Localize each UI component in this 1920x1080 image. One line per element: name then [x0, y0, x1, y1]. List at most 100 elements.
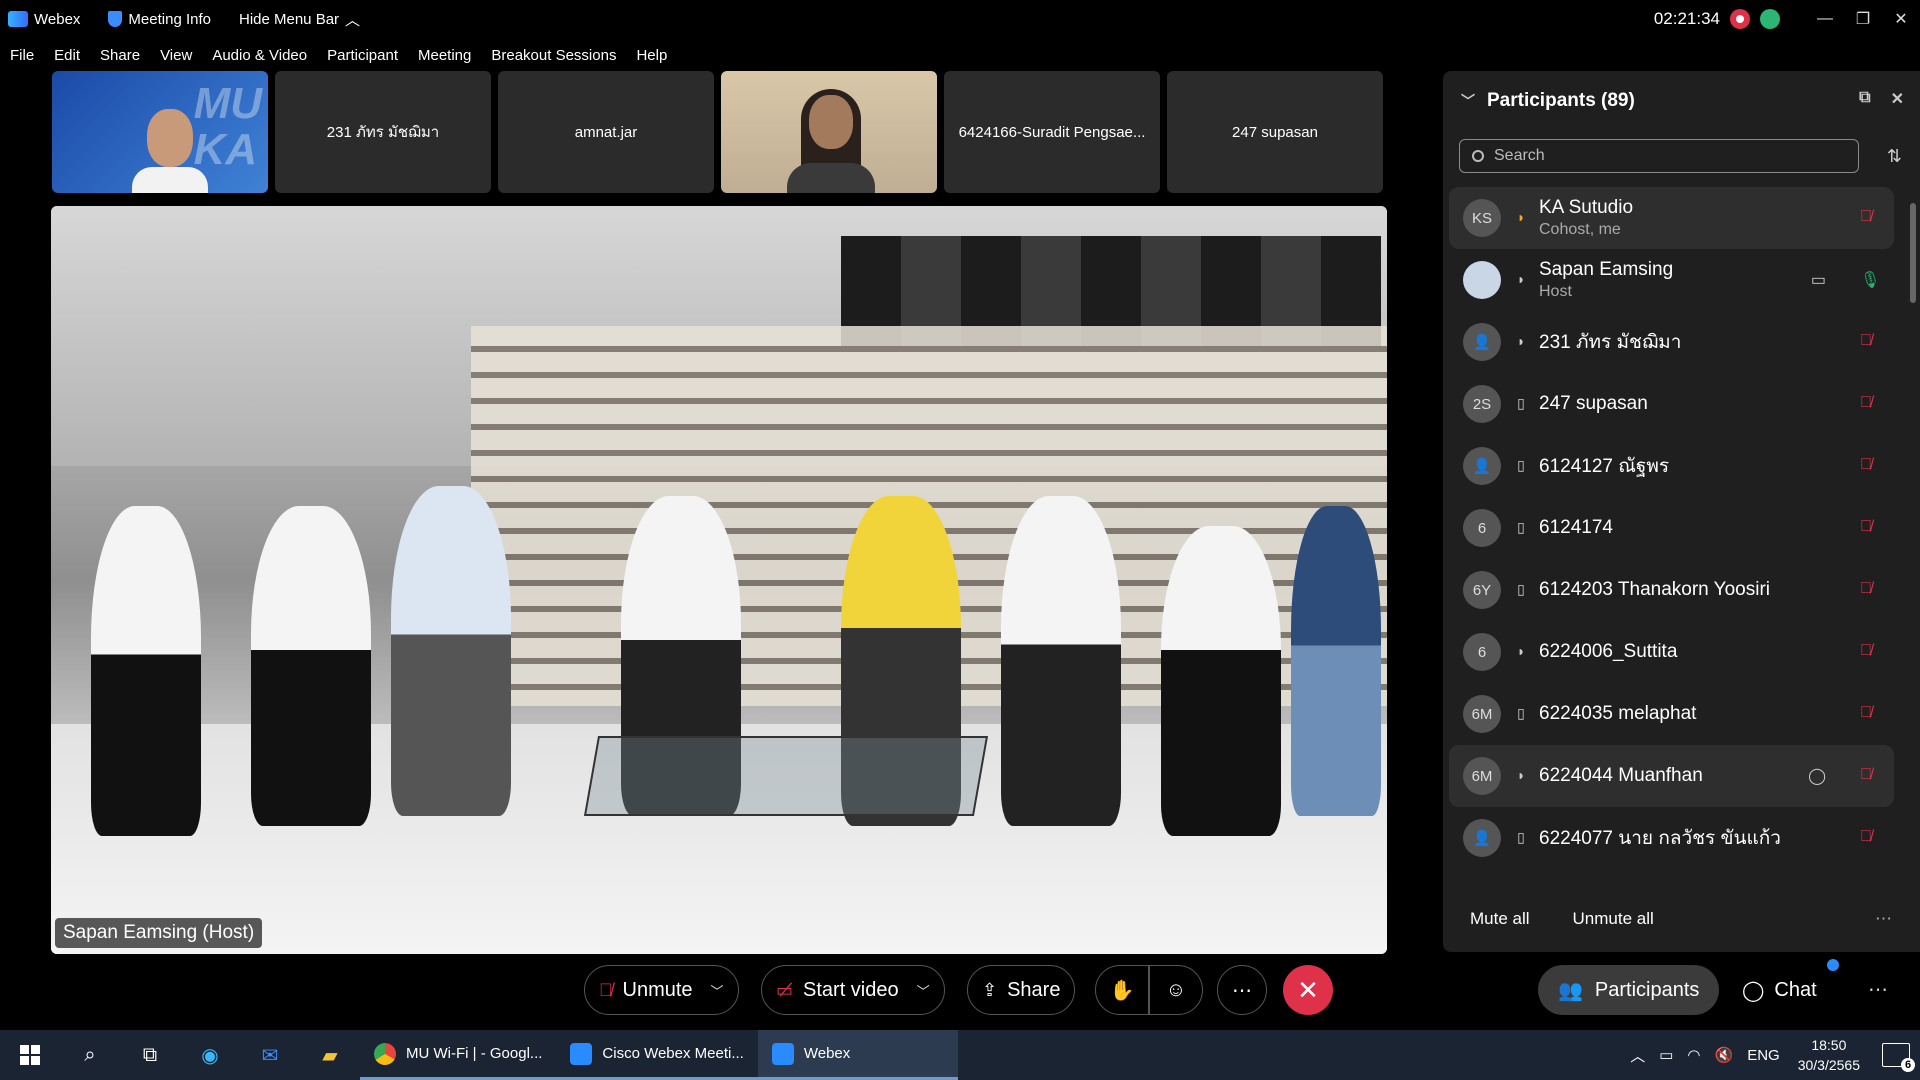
- mic-muted-icon[interactable]: 🎙̸: [1860, 456, 1874, 476]
- mic-muted-icon[interactable]: 🎙̸: [1860, 642, 1874, 662]
- participant-row[interactable]: 👤 ◗ 231 ภัทร มัชฌิมา 🎙̸: [1449, 311, 1894, 373]
- raise-hand-button[interactable]: ✋: [1095, 965, 1149, 1015]
- participant-list-scrollbar[interactable]: [1910, 189, 1916, 909]
- pop-out-icon[interactable]: ⧉: [1859, 89, 1870, 109]
- chat-bubble-icon[interactable]: ◯: [1808, 766, 1826, 786]
- raise-hand-icon: ✋: [1109, 979, 1135, 1002]
- video-thumbnail[interactable]: [721, 71, 937, 193]
- mail-icon[interactable]: ✉: [240, 1030, 300, 1080]
- wifi-icon[interactable]: ◠: [1687, 1046, 1700, 1064]
- start-video-button[interactable]: ▭̸ Start video ﹀: [761, 965, 945, 1015]
- chat-button[interactable]: ◯ Chat: [1742, 965, 1817, 1015]
- menu-help[interactable]: Help: [636, 47, 667, 64]
- video-thumbnail[interactable]: 247 supasan: [1167, 71, 1383, 193]
- menu-participant[interactable]: Participant: [327, 47, 398, 64]
- close-icon: ✕: [1297, 974, 1319, 1005]
- mobile-icon: ▯: [1517, 457, 1525, 473]
- avatar: KS: [1463, 199, 1501, 237]
- network-stats-icon[interactable]: [1760, 9, 1780, 29]
- participant-name: 6124174: [1539, 517, 1613, 538]
- menu-view[interactable]: View: [160, 47, 192, 64]
- end-meeting-button[interactable]: ✕: [1283, 965, 1333, 1015]
- participant-row[interactable]: 2S ▯ 247 supasan 🎙̸: [1449, 373, 1894, 435]
- user-icon: 👤: [1472, 830, 1492, 847]
- participant-row[interactable]: KS ◗ KA Sutudio Cohost, me 🎙̸: [1449, 187, 1894, 249]
- participant-body: [787, 163, 875, 193]
- chevron-down-icon[interactable]: ﹀: [711, 981, 724, 1000]
- video-thumbnail[interactable]: MU KA: [52, 71, 268, 193]
- more-controls-button[interactable]: ⋯: [1217, 965, 1267, 1015]
- sort-icon[interactable]: ⇅: [1887, 146, 1902, 167]
- mic-on-icon[interactable]: 🎙: [1860, 270, 1880, 290]
- participant-row[interactable]: 6M ▯ 6224035 melaphat 🎙̸: [1449, 683, 1894, 745]
- mute-all-button[interactable]: Mute all: [1470, 909, 1530, 929]
- language-indicator[interactable]: ENG: [1747, 1047, 1780, 1064]
- close-window-icon[interactable]: ✕: [1882, 9, 1920, 29]
- menu-edit[interactable]: Edit: [54, 47, 80, 64]
- unmute-button[interactable]: 🎙̸ Unmute ﹀: [584, 965, 739, 1015]
- menu-share[interactable]: Share: [100, 47, 140, 64]
- mic-muted-icon[interactable]: 🎙̸: [1860, 518, 1874, 538]
- meeting-control-bar: 🎙̸ Unmute ﹀ ▭̸ Start video ﹀ ⇪ Share ✋ ☺…: [0, 959, 1920, 1023]
- search-icon[interactable]: ⌕: [60, 1030, 120, 1080]
- menu-audio-video[interactable]: Audio & Video: [212, 47, 307, 64]
- participant-row[interactable]: 6 ▯ 6124174 🎙̸: [1449, 497, 1894, 559]
- participants-panel: ﹀ Participants (89) ⧉ ✕ Search ⇅ KS ◗ KA…: [1443, 71, 1920, 952]
- mic-muted-icon[interactable]: 🎙̸: [1860, 828, 1874, 848]
- video-thumbnail[interactable]: 231 ภัทร มัชฌิมา: [275, 71, 491, 193]
- taskbar-clock[interactable]: 18:50 30/3/2565: [1798, 1035, 1860, 1075]
- menu-breakout-sessions[interactable]: Breakout Sessions: [491, 47, 616, 64]
- mic-muted-icon[interactable]: 🎙̸: [1860, 704, 1874, 724]
- share-button[interactable]: ⇪ Share: [967, 965, 1076, 1015]
- participant-row[interactable]: 6Y ▯ 6124203 Thanakorn Yoosiri 🎙̸: [1449, 559, 1894, 621]
- hide-menu-bar-button[interactable]: Hide Menu Bar ︿: [239, 9, 360, 30]
- menu-meeting[interactable]: Meeting: [418, 47, 471, 64]
- minimize-icon[interactable]: —: [1806, 10, 1844, 28]
- participant-row[interactable]: 6 ◗ 6224006_Suttita 🎙̸: [1449, 621, 1894, 683]
- close-panel-icon[interactable]: ✕: [1891, 89, 1904, 109]
- taskbar-app-webex[interactable]: Webex: [757, 1030, 958, 1080]
- participant-role: Host: [1539, 283, 1572, 300]
- video-thumbnail[interactable]: amnat.jar: [498, 71, 714, 193]
- chevron-up-icon[interactable]: ︿: [1630, 1045, 1645, 1066]
- notification-icon[interactable]: 6: [1882, 1043, 1915, 1072]
- taskbar-app-chrome[interactable]: MU Wi-Fi | - Googl...: [360, 1030, 557, 1080]
- participant-name: 6224077 นาย กลวัชร ขันแก้ว: [1539, 828, 1781, 849]
- start-button[interactable]: [0, 1030, 60, 1080]
- more-options-icon[interactable]: ⋯: [1868, 977, 1888, 1002]
- menu-file[interactable]: File: [10, 47, 34, 64]
- scrollbar-thumb[interactable]: [1910, 203, 1916, 303]
- meeting-info-button[interactable]: Meeting Info: [108, 11, 211, 28]
- user-icon: 👤: [1472, 334, 1492, 351]
- speaker-muted-icon[interactable]: 🔇: [1715, 1046, 1734, 1064]
- video-thumbnail[interactable]: 6424166-Suradit Pengsae...: [944, 71, 1160, 193]
- edge-browser-icon[interactable]: ◉: [180, 1030, 240, 1080]
- battery-icon[interactable]: ▭: [1659, 1046, 1673, 1064]
- reactions-button[interactable]: ☺: [1149, 965, 1203, 1015]
- participant-row[interactable]: 👤 ▯ 6224077 นาย กลวัชร ขันแก้ว 🎙̸: [1449, 807, 1894, 869]
- mic-muted-icon[interactable]: 🎙̸: [1860, 394, 1874, 414]
- participant-row[interactable]: 👤 ▯ 6124127 ณัฐพร 🎙̸: [1449, 435, 1894, 497]
- restore-icon[interactable]: ❐: [1844, 9, 1882, 29]
- participants-title: Participants (89): [1487, 90, 1635, 111]
- task-view-icon[interactable]: ⧉: [120, 1030, 180, 1080]
- participant-body: [132, 167, 208, 193]
- unmute-all-button[interactable]: Unmute all: [1573, 909, 1654, 929]
- mic-muted-icon[interactable]: 🎙̸: [1860, 580, 1874, 600]
- participant-row[interactable]: ◗ Sapan Eamsing Host ▭ 🎙: [1449, 249, 1894, 311]
- share-screen-icon: ⇪: [982, 979, 998, 1000]
- file-explorer-icon[interactable]: ▰: [300, 1030, 360, 1080]
- chevron-up-icon: ︿: [345, 11, 361, 29]
- participants-toggle-button[interactable]: 👥 Participants: [1538, 965, 1720, 1015]
- more-options-icon[interactable]: ⋯: [1875, 909, 1892, 929]
- main-video-stage[interactable]: [51, 206, 1387, 954]
- mic-muted-icon[interactable]: 🎙̸: [1860, 208, 1874, 228]
- mic-muted-icon[interactable]: 🎙̸: [1860, 766, 1874, 786]
- recording-icon[interactable]: [1730, 9, 1750, 29]
- collapse-chevron-icon[interactable]: ﹀: [1461, 91, 1475, 111]
- participant-search-input[interactable]: Search: [1459, 139, 1859, 173]
- participant-row[interactable]: 6M ◗ 6224044 Muanfhan ◯ 🎙̸: [1449, 745, 1894, 807]
- mic-muted-icon[interactable]: 🎙̸: [1860, 332, 1874, 352]
- chevron-down-icon[interactable]: ﹀: [917, 981, 930, 1000]
- taskbar-app-cisco-webex[interactable]: Cisco Webex Meeti...: [556, 1030, 758, 1080]
